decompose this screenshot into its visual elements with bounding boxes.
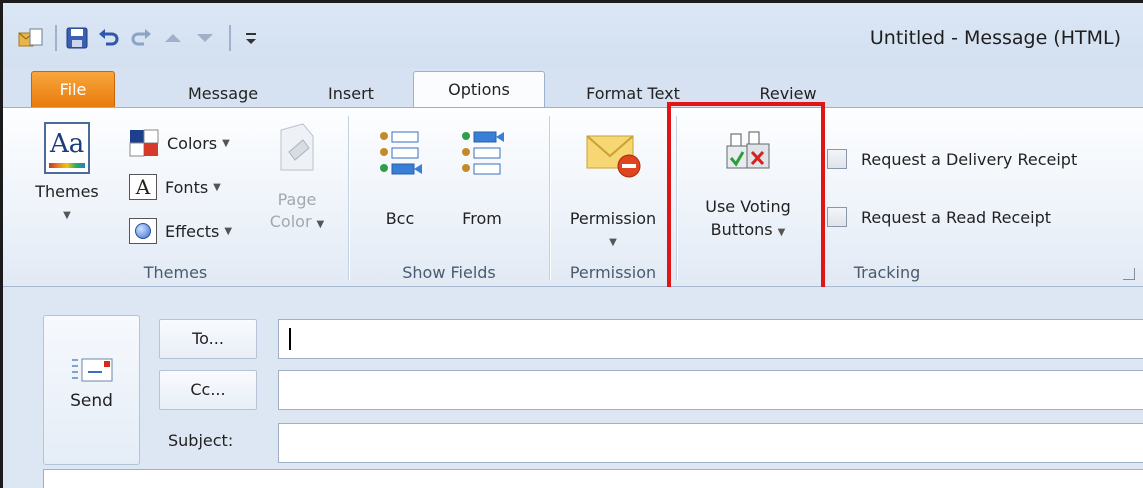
outlook-icon[interactable] [17, 26, 45, 50]
permission-label: Permission [569, 209, 657, 228]
send-button[interactable]: Send [43, 315, 140, 465]
chevron-down-icon: ▼ [63, 210, 71, 221]
tab-options[interactable]: Options [413, 71, 545, 109]
permission-group: Permission ▼ Permission [550, 108, 676, 288]
page-color-label-1: Page [277, 190, 317, 209]
effects-icon [129, 218, 157, 244]
themes-button[interactable]: Aa Themes ▼ [35, 122, 99, 228]
fonts-icon: A [129, 174, 157, 200]
window-title: Untitled - Message (HTML) [869, 27, 1121, 49]
cc-button[interactable]: Cc... [159, 370, 257, 410]
tracking-group-label: Tracking [853, 263, 921, 282]
ribbon-tabs: File Message Insert Options Format Text … [3, 68, 1143, 110]
request-delivery-receipt[interactable]: Request a Delivery Receipt [827, 144, 1077, 174]
chevron-down-icon: ▼ [213, 181, 221, 193]
save-icon[interactable] [63, 26, 91, 50]
themes-group: Aa Themes ▼ Colors ▼ A Fonts ▼ Effects ▼… [3, 108, 348, 288]
toolbar-separator [55, 25, 57, 51]
chevron-down-icon: ▼ [609, 237, 617, 248]
bcc-icon [380, 131, 422, 175]
show-fields-group-label: Show Fields [402, 263, 496, 282]
colors-icon [129, 129, 159, 157]
tab-message[interactable]: Message [173, 80, 273, 110]
text-caret [289, 328, 291, 350]
permission-button[interactable]: Permission ▼ [554, 130, 672, 255]
from-button[interactable]: From [453, 130, 511, 231]
from-label: From [462, 209, 502, 228]
show-fields-group: Bcc From Show Fields [349, 108, 549, 288]
permission-icon [586, 135, 641, 178]
permission-group-label: Permission [569, 263, 657, 282]
customize-icon[interactable] [237, 26, 265, 50]
up-arrow-icon[interactable] [159, 26, 187, 50]
bcc-label: Bcc [385, 209, 415, 228]
to-input[interactable] [278, 319, 1143, 359]
from-icon [462, 131, 504, 175]
themes-group-label: Themes [143, 263, 208, 282]
effects-button[interactable]: Effects ▼ [129, 216, 232, 246]
colors-label: Colors [167, 133, 218, 153]
message-body[interactable] [43, 469, 1143, 488]
chevron-down-icon: ▼ [222, 137, 230, 149]
request-read-receipt[interactable]: Request a Read Receipt [827, 202, 1051, 232]
fonts-button[interactable]: A Fonts ▼ [129, 172, 221, 202]
read-receipt-label: Request a Read Receipt [861, 207, 1052, 227]
subject-label: Subject: [168, 431, 234, 450]
page-color-label-2: Color ▼ [269, 212, 325, 231]
delivery-receipt-label: Request a Delivery Receipt [861, 149, 1078, 169]
colors-button[interactable]: Colors ▼ [129, 128, 230, 158]
page-color-icon [280, 123, 314, 171]
title-bar: Untitled - Message (HTML) [3, 3, 1143, 68]
effects-label: Effects [165, 221, 220, 241]
subject-input[interactable] [278, 423, 1143, 463]
delivery-receipt-checkbox[interactable] [827, 149, 847, 169]
bcc-button[interactable]: Bcc [371, 130, 429, 231]
quick-access-toolbar [17, 25, 269, 51]
send-icon [71, 358, 112, 382]
themes-label: Themes [35, 182, 99, 201]
toolbar-separator [229, 25, 231, 51]
redo-icon[interactable] [127, 26, 155, 50]
undo-icon[interactable] [95, 26, 123, 50]
cc-input[interactable] [278, 370, 1143, 410]
send-label: Send [70, 391, 113, 411]
tab-insert[interactable]: Insert [311, 80, 391, 110]
ribbon: Aa Themes ▼ Colors ▼ A Fonts ▼ Effects ▼… [3, 107, 1143, 287]
highlight-box [667, 102, 825, 298]
themes-icon: Aa [44, 122, 90, 174]
tab-file[interactable]: File [31, 71, 115, 108]
down-arrow-icon[interactable] [191, 26, 219, 50]
outlook-window: Untitled - Message (HTML) File Message I… [0, 0, 1143, 488]
read-receipt-checkbox[interactable] [827, 207, 847, 227]
chevron-down-icon: ▼ [224, 225, 233, 237]
to-button[interactable]: To... [159, 319, 257, 359]
dialog-launcher-icon[interactable] [1123, 268, 1135, 280]
page-color-button[interactable]: Page Color ▼ [263, 122, 331, 236]
fonts-label: Fonts [165, 177, 209, 197]
